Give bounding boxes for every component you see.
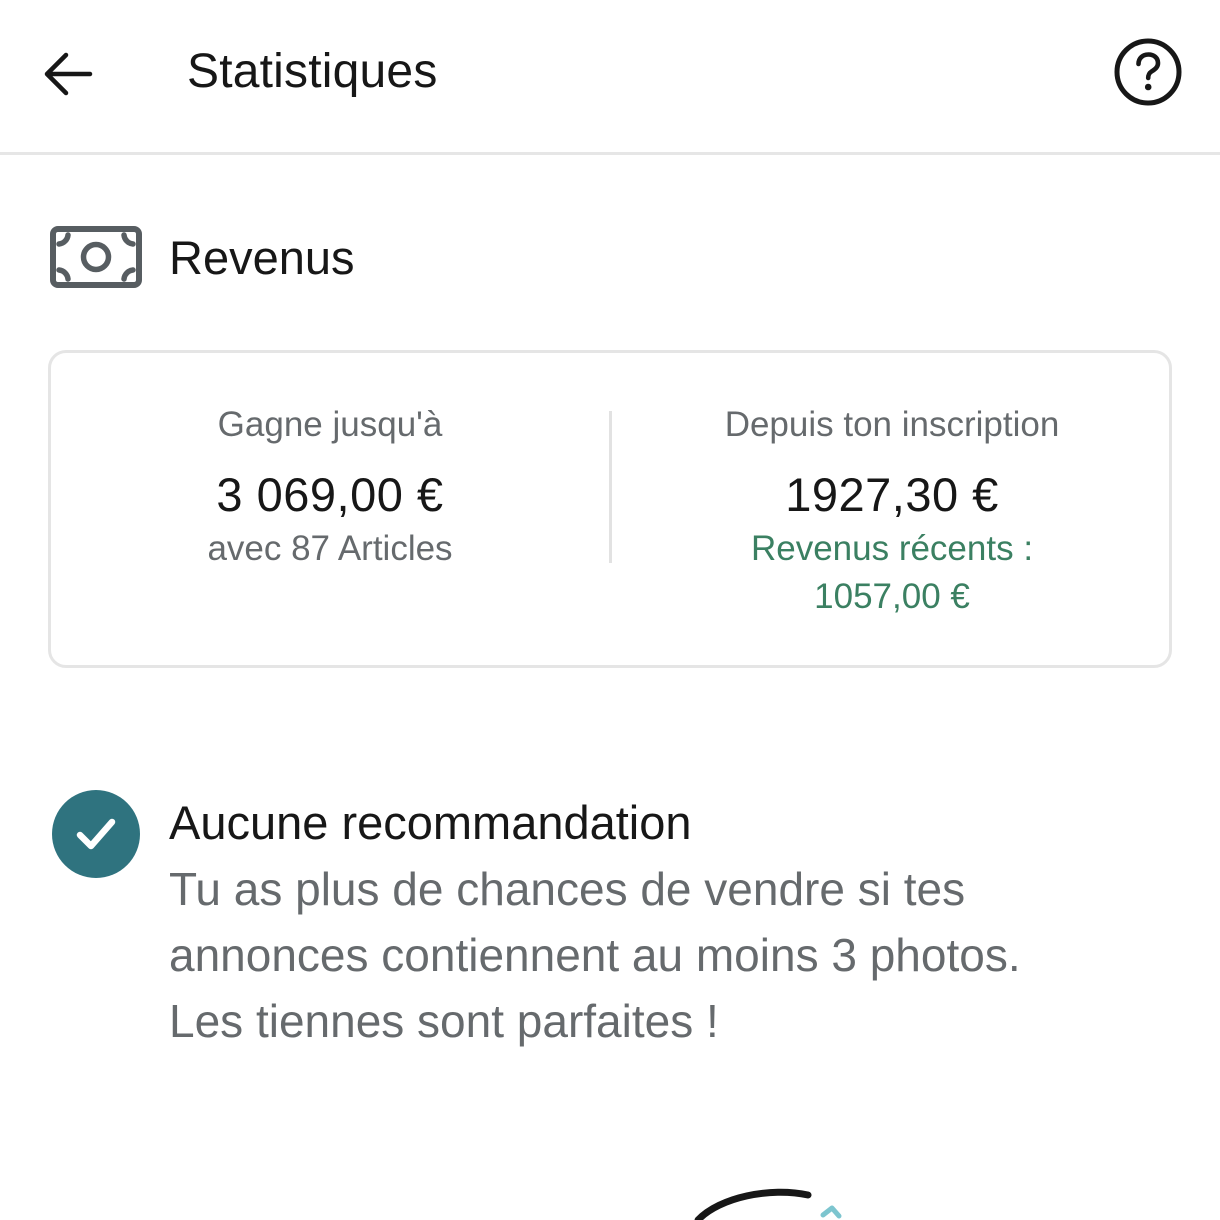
recommendation-line: Les tiennes sont parfaites !: [169, 995, 719, 1047]
checkmark-icon: [76, 818, 116, 850]
top-app-bar: Statistiques: [0, 0, 1220, 155]
recommendation-title: Aucune recommandation: [169, 796, 692, 849]
recent-revenue-value: 1057,00 €: [814, 577, 970, 616]
since-signup-value: 1927,30 €: [785, 468, 999, 521]
section-title-revenue: Revenus: [169, 230, 355, 284]
earn-up-to-stat: Gagne jusqu'à 3 069,00 € avec 87 Article…: [51, 353, 609, 573]
recommendation-line: annonces contiennent au moins 3 photos.: [169, 929, 1021, 981]
stats-divider: [609, 411, 612, 563]
back-button[interactable]: [30, 36, 106, 112]
recommendation-text: Tu as plus de chances de vendre si tes a…: [169, 856, 1129, 1054]
earn-up-to-value: 3 069,00 €: [216, 468, 444, 521]
question-circle-icon: [1114, 38, 1182, 106]
recent-revenue-label: Revenus récents :: [750, 529, 1034, 568]
articles-count: avec 87 Articles: [207, 529, 453, 568]
banknote-icon: [50, 226, 142, 288]
check-circle-icon: [52, 790, 140, 878]
page-title: Statistiques: [187, 45, 438, 98]
statistics-screen: Statistiques Revenus Gagne jusqu'à 3 069…: [0, 0, 1220, 1220]
arrow-left-icon: [44, 52, 93, 96]
revenue-section-header: Revenus: [50, 222, 355, 292]
help-button[interactable]: [1108, 32, 1188, 112]
since-signup-stat: Depuis ton inscription 1927,30 € Revenus…: [613, 353, 1171, 621]
revenue-stats-card: Gagne jusqu'à 3 069,00 € avec 87 Article…: [48, 350, 1172, 668]
earn-up-to-label: Gagne jusqu'à: [217, 405, 443, 444]
since-signup-label: Depuis ton inscription: [724, 405, 1060, 444]
illustration-partial: [694, 1188, 842, 1220]
recommendation-line: Tu as plus de chances de vendre si tes: [169, 863, 966, 915]
